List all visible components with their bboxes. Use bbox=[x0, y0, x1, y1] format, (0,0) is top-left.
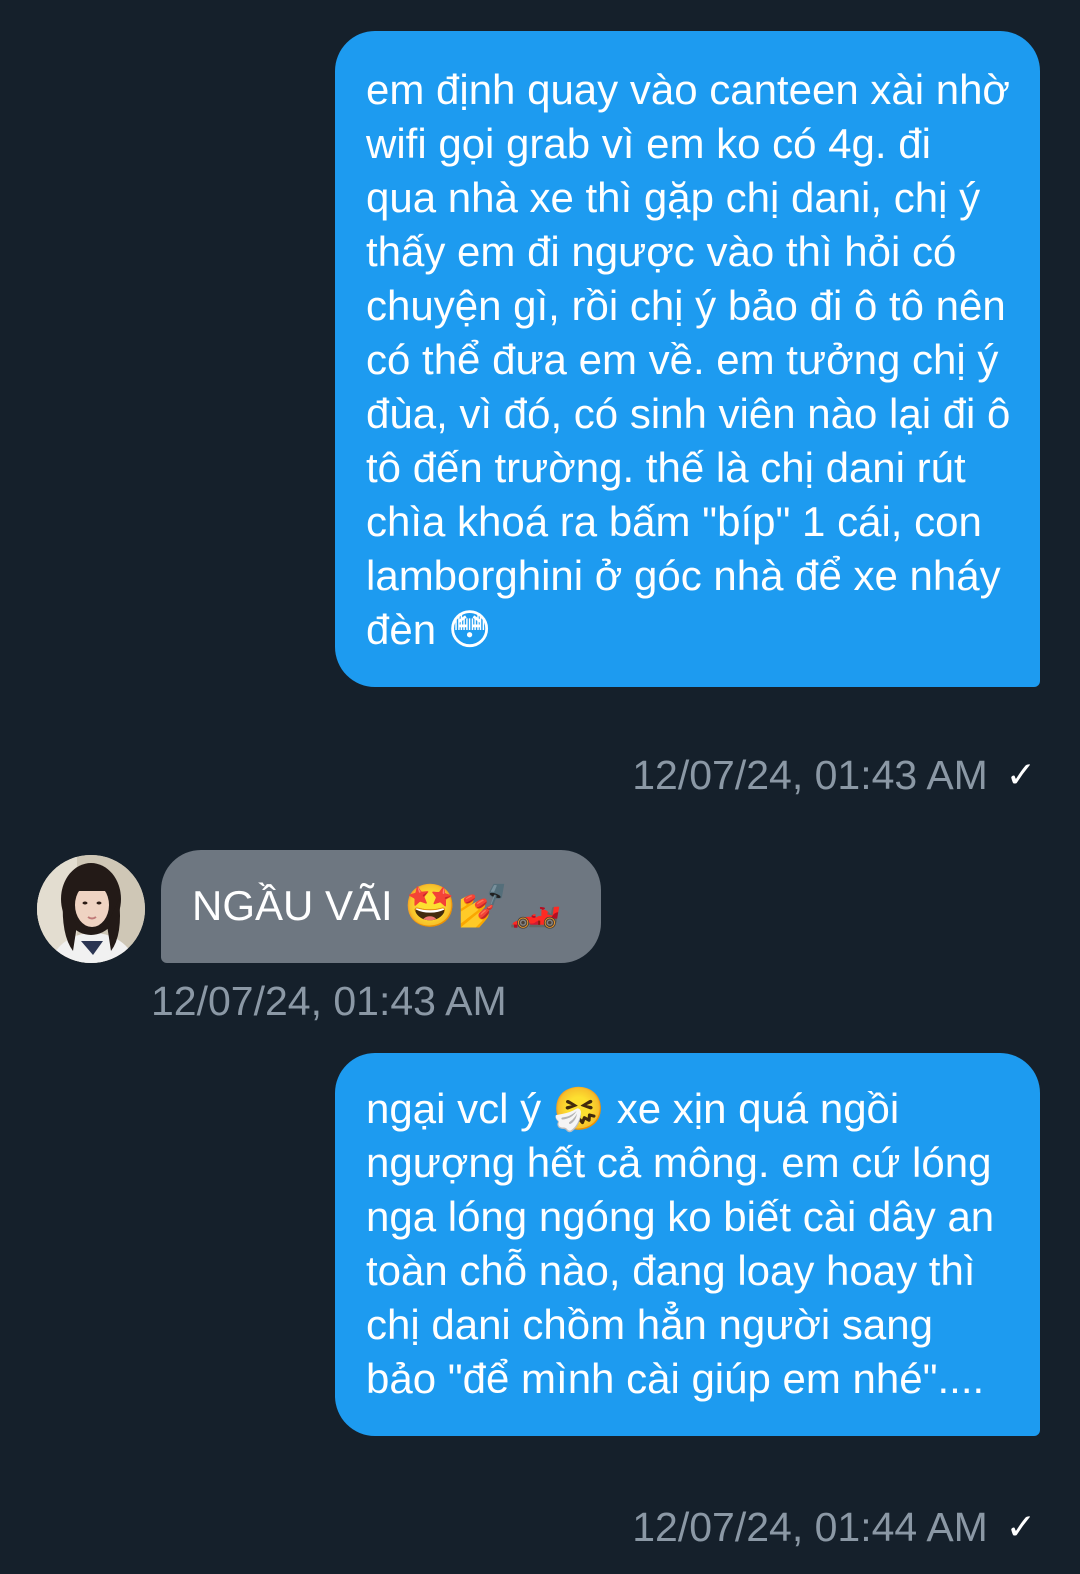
message-timestamp-row: 12/07/24, 01:44 AM ✓ bbox=[632, 1503, 1036, 1551]
avatar-image bbox=[37, 855, 145, 963]
message-timestamp: 12/07/24, 01:43 AM bbox=[151, 978, 507, 1024]
contact-avatar[interactable] bbox=[37, 855, 145, 963]
check-icon: ✓ bbox=[1005, 1506, 1036, 1547]
sent-message-bubble[interactable]: ngại vcl ý 🤧 xe xịn quá ngồi ngượng hết … bbox=[335, 1053, 1040, 1436]
received-message-bubble[interactable]: NGẦU VÃI 🤩💅🏎️ bbox=[161, 850, 601, 963]
sent-message-bubble[interactable]: em định quay vào canteen xài nhờ wifi gọ… bbox=[335, 31, 1040, 687]
message-timestamp: 12/07/24, 01:44 AM bbox=[632, 1504, 988, 1550]
message-timestamp: 12/07/24, 01:43 AM bbox=[632, 752, 988, 798]
check-icon: ✓ bbox=[1005, 754, 1036, 795]
message-timestamp-row: 12/07/24, 01:43 AM ✓ bbox=[632, 751, 1036, 799]
